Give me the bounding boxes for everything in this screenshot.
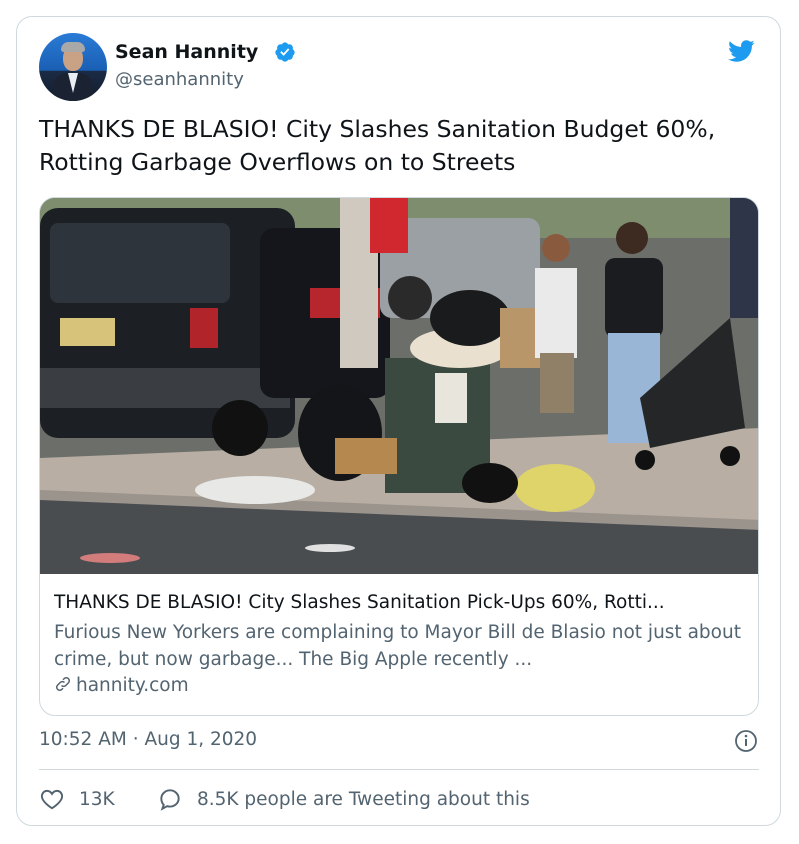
- twitter-bird-icon[interactable]: [724, 37, 758, 65]
- link-preview-card[interactable]: THANKS DE BLASIO! City Slashes Sanitatio…: [39, 197, 759, 716]
- tweet-card: Sean Hannity @seanhannity THANKS DE BLAS…: [16, 16, 781, 826]
- speech-bubble-icon: [160, 789, 180, 811]
- tweet-text: THANKS DE BLASIO! City Slashes Sanitatio…: [39, 115, 716, 176]
- verified-badge-icon: [275, 42, 295, 62]
- heart-icon: [40, 789, 64, 810]
- link-card-title[interactable]: THANKS DE BLASIO! City Slashes Sanitatio…: [54, 592, 750, 613]
- link-card-description: Furious New Yorkers are complaining to M…: [54, 622, 741, 670]
- divider: [39, 769, 759, 770]
- tweeting-about-text: 8.5K people are Tweeting about this: [197, 788, 530, 810]
- author-name[interactable]: Sean Hannity: [115, 41, 258, 63]
- like-button[interactable]: 13K: [39, 786, 115, 812]
- avatar[interactable]: [39, 33, 107, 101]
- street-garbage-photo: [40, 198, 758, 574]
- tweet-timestamp[interactable]: 10:52 AM · Aug 1, 2020: [39, 729, 257, 750]
- avatar-hair: [61, 42, 85, 52]
- like-count: 13K: [79, 788, 115, 810]
- link-icon: [55, 676, 71, 692]
- info-icon[interactable]: [734, 729, 758, 753]
- tweeting-about-button[interactable]: 8.5K people are Tweeting about this: [157, 786, 530, 812]
- author-handle[interactable]: @seanhannity: [115, 69, 244, 90]
- link-card-domain-text: hannity.com: [76, 675, 189, 696]
- link-card-domain[interactable]: hannity.com: [54, 675, 189, 696]
